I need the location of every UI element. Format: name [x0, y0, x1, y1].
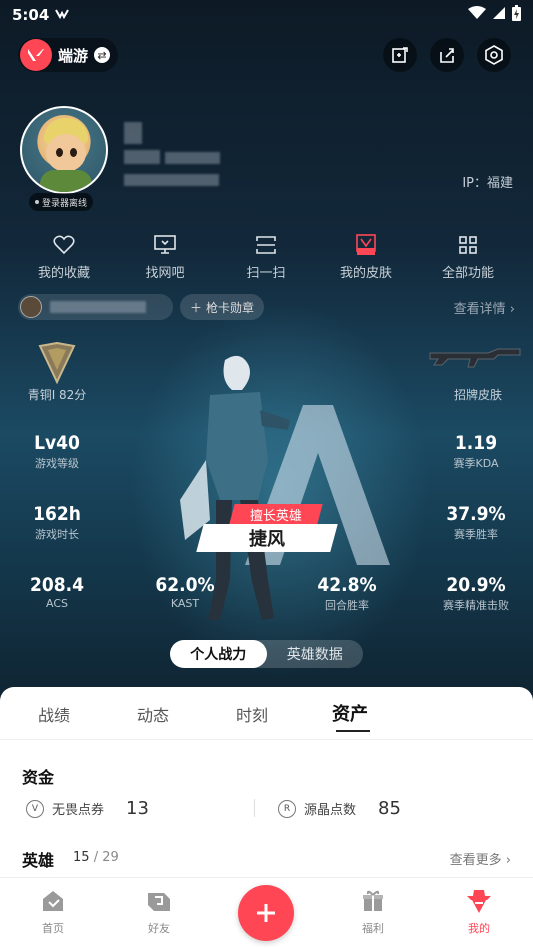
- share-button[interactable]: [430, 38, 464, 72]
- funds-title: 资金: [22, 768, 55, 787]
- ip-location: IP：福建: [462, 176, 513, 191]
- scan-icon: [216, 232, 316, 258]
- stat-kast: 62.0% KAST: [155, 574, 215, 610]
- status-time: 5:04: [12, 6, 50, 24]
- notification-icon: [55, 6, 70, 24]
- best-hero-name[interactable]: 捷风: [196, 524, 338, 552]
- app-switcher[interactable]: 端游 ⇄: [18, 38, 119, 72]
- stat-winrate: 37.9% 赛季胜率: [446, 503, 506, 541]
- settings-icon: [485, 45, 503, 65]
- profile-icon: [444, 888, 514, 914]
- player-card-icon: [20, 296, 42, 318]
- username-redacted: [124, 122, 142, 144]
- card-name-redacted: [50, 301, 146, 313]
- quick-action-find-cafe[interactable]: 找网吧: [115, 232, 215, 281]
- quick-action-favorites[interactable]: 我的收藏: [14, 232, 114, 281]
- edit-icon: [392, 47, 408, 63]
- chevron-right-icon: ›: [505, 853, 511, 868]
- nav-friends[interactable]: 好友: [124, 888, 194, 936]
- grid-icon: [418, 232, 518, 258]
- wifi-icon: [468, 6, 486, 24]
- gift-icon: [338, 888, 408, 914]
- plus-icon: [257, 904, 275, 922]
- rifle-skin-icon: [428, 345, 523, 369]
- valorant-logo-icon: [20, 39, 52, 71]
- heroes-count: 15 / 29: [73, 850, 119, 865]
- monitor-icon: [115, 232, 215, 258]
- tab-feed[interactable]: 动态: [137, 702, 169, 726]
- quick-action-scan[interactable]: 扫一扫: [216, 232, 316, 281]
- home-icon: [18, 888, 88, 914]
- player-card[interactable]: [18, 294, 173, 320]
- nav-home[interactable]: 首页: [18, 888, 88, 936]
- radianite-icon: R: [278, 799, 296, 818]
- add-medal-button[interactable]: ＋ 枪卡勋章: [180, 294, 265, 320]
- stats-view-toggle[interactable]: 个人战力 英雄数据: [170, 640, 363, 668]
- currency-radianite: R 源晶点数 85: [278, 798, 401, 819]
- avatar[interactable]: [20, 106, 108, 194]
- stat-round-winrate: 42.8% 回合胜率: [317, 574, 377, 612]
- online-status-badge: 登录器离线: [29, 193, 94, 211]
- heart-icon: [14, 232, 114, 258]
- stat-level: Lv40 游戏等级: [34, 432, 80, 470]
- share-icon: [440, 48, 454, 63]
- tab-record[interactable]: 战绩: [38, 702, 70, 726]
- swap-icon: ⇄: [94, 47, 111, 63]
- id-redacted: [124, 150, 160, 164]
- app-name: 端游: [58, 46, 89, 65]
- stat-acs: 208.4 ACS: [29, 574, 85, 610]
- edit-button[interactable]: [383, 38, 417, 72]
- nav-mine[interactable]: 我的: [444, 888, 514, 936]
- signature-redacted: [124, 174, 219, 186]
- id-redacted-2: [165, 152, 220, 164]
- nav-welfare[interactable]: 福利: [338, 888, 408, 936]
- view-more-link[interactable]: 查看更多 ›: [450, 849, 511, 868]
- tab-bar: 战绩 动态 时刻 资产: [0, 687, 533, 740]
- rank-label: 青铜I 82分: [27, 388, 87, 402]
- tab-assets[interactable]: 资产: [332, 700, 368, 726]
- stat-playtime: 162h 游戏时长: [33, 503, 81, 541]
- active-tab-indicator: [336, 730, 370, 733]
- rank-emblem-icon: [38, 341, 76, 388]
- toggle-hero-data[interactable]: 英雄数据: [267, 640, 364, 668]
- toggle-personal-power[interactable]: 个人战力: [170, 640, 267, 668]
- friends-icon: [124, 888, 194, 914]
- status-bar: 5:04: [0, 0, 533, 30]
- chevron-right-icon: ›: [509, 302, 515, 317]
- tab-moments[interactable]: 时刻: [236, 702, 268, 726]
- heroes-title: 英雄: [22, 851, 55, 870]
- create-post-button[interactable]: [238, 885, 294, 941]
- divider: [254, 799, 255, 817]
- stat-kda: 1.19 赛季KDA: [453, 432, 499, 470]
- quick-action-all-features[interactable]: 全部功能: [418, 232, 518, 281]
- quick-action-my-skins[interactable]: 我的皮肤: [316, 232, 416, 281]
- best-hero-tag: 擅长英雄: [229, 504, 323, 524]
- vp-icon: V: [26, 799, 44, 818]
- stat-precise-kill: 20.9% 赛季精准击败: [443, 574, 509, 612]
- plus-icon: ＋: [190, 300, 203, 315]
- skin-icon: [316, 232, 416, 258]
- currency-vp: V 无畏点券 13: [26, 798, 149, 819]
- view-details-link[interactable]: 查看详情 ›: [454, 298, 515, 317]
- signature-skin-label: 招牌皮肤: [453, 388, 502, 402]
- settings-button[interactable]: [477, 38, 511, 72]
- battery-icon: [512, 5, 521, 25]
- signal-icon: [492, 6, 506, 24]
